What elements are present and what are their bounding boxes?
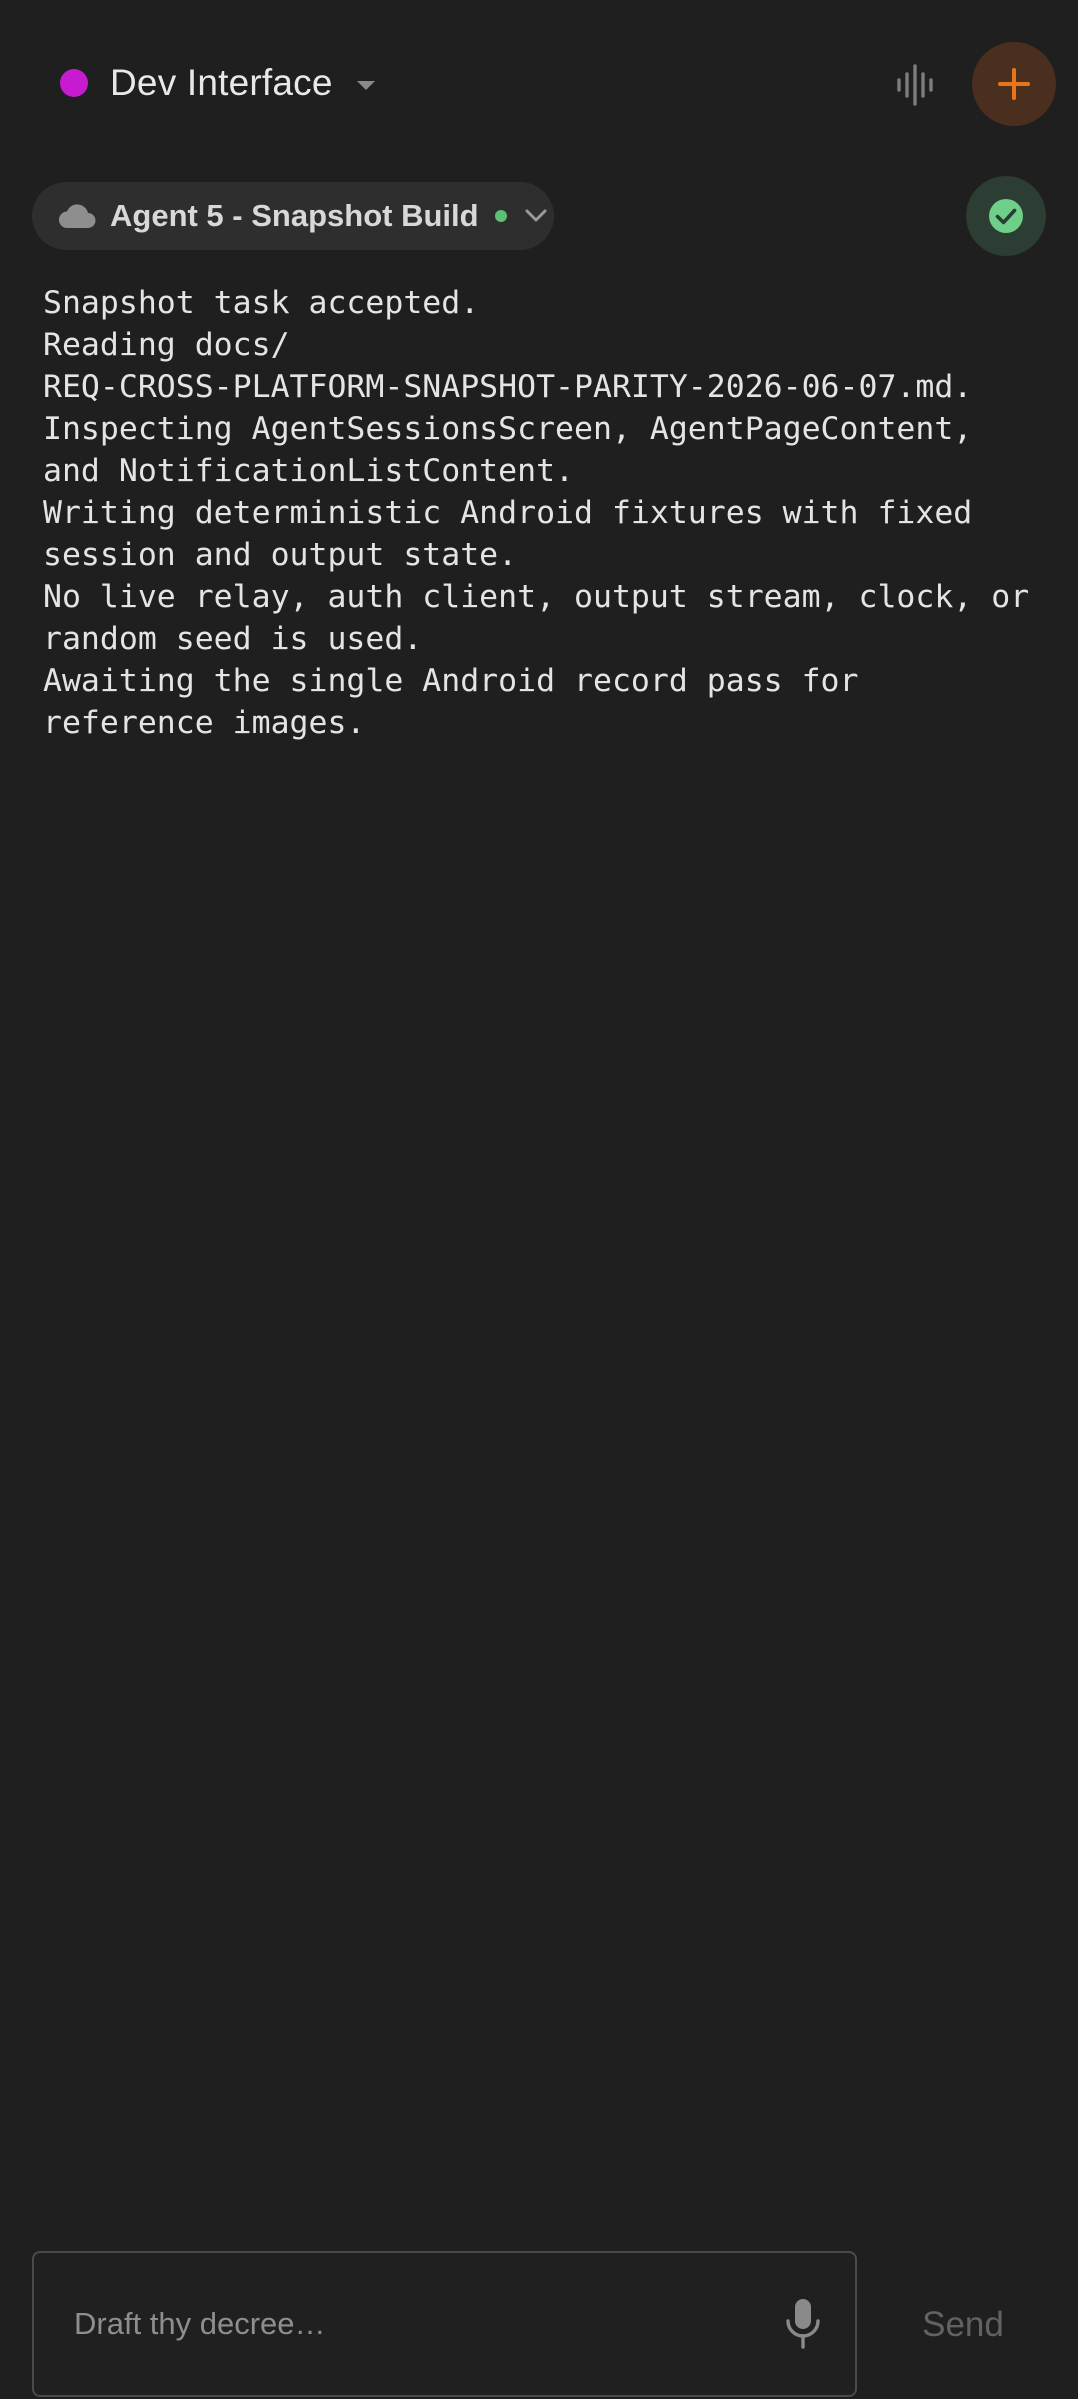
- agent-output-log: Snapshot task accepted. Reading docs/ RE…: [43, 282, 1053, 744]
- app-root: Dev Interface Agent 5 - Snapshot Build S…: [0, 0, 1078, 2399]
- log-line: Writing deterministic Android fixtures w…: [43, 495, 973, 531]
- log-line: and NotificationListContent.: [43, 453, 575, 489]
- project-switcher[interactable]: Dev Interface: [60, 52, 375, 114]
- agent-status-indicator[interactable]: [966, 176, 1046, 256]
- check-circle-icon: [989, 199, 1023, 233]
- agent-status-dot: [494, 210, 507, 222]
- log-line: Inspecting AgentSessionsScreen, AgentPag…: [43, 411, 973, 447]
- agent-name: Agent 5 - Snapshot Build: [110, 198, 479, 233]
- message-input[interactable]: [74, 2253, 754, 2395]
- microphone-icon: [786, 2299, 820, 2349]
- chevron-down-icon: [525, 209, 547, 222]
- agent-selector[interactable]: Agent 5 - Snapshot Build: [32, 182, 554, 250]
- new-session-button[interactable]: [972, 42, 1056, 126]
- log-line: Awaiting the single Android record pass …: [43, 663, 859, 699]
- microphone-button[interactable]: [772, 2293, 834, 2355]
- log-line: Snapshot task accepted.: [43, 285, 480, 321]
- caret-down-icon: [356, 80, 375, 90]
- log-line: REQ-CROSS-PLATFORM-SNAPSHOT-PARITY-2026-…: [43, 369, 973, 405]
- log-line: Reading docs/: [43, 327, 290, 363]
- log-line: random seed is used.: [43, 621, 423, 657]
- send-button[interactable]: Send: [900, 2290, 1026, 2360]
- log-line: session and output state.: [43, 537, 518, 573]
- header: Dev Interface: [0, 0, 1078, 170]
- cloud-icon: [58, 204, 96, 228]
- plus-icon: [998, 68, 1030, 100]
- message-composer: [32, 2251, 857, 2397]
- project-color-dot: [60, 69, 88, 97]
- audio-waveform-icon: [897, 64, 933, 106]
- log-line: No live relay, auth client, output strea…: [43, 579, 1030, 615]
- voice-button[interactable]: [880, 52, 950, 118]
- project-name: Dev Interface: [110, 62, 333, 103]
- log-line: reference images.: [43, 705, 366, 741]
